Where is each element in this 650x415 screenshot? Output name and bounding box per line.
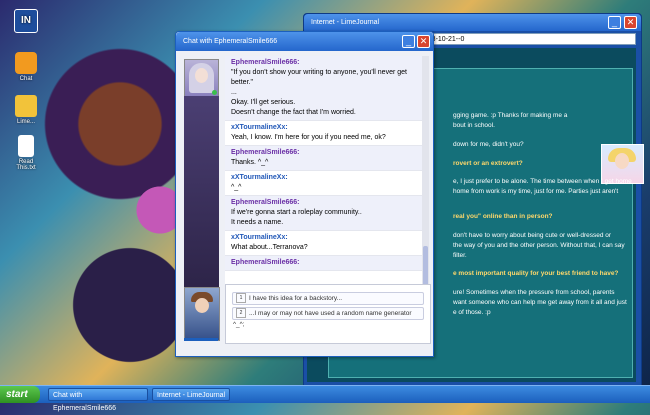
browser-titlebar[interactable]: Internet - LimeJournal _ ✕ [304,14,641,31]
browser-title: Internet - LimeJournal [311,19,380,26]
message-text: ... [231,89,237,96]
option-number: 2 [236,308,246,319]
reply-option[interactable]: 1I have this idea for a backstory... [232,292,424,305]
journal-text: the way of you and the other person. Wit… [453,242,625,249]
message-sender: EphemeralSmile666: [231,149,300,156]
reply-option[interactable]: 2 ...I may or may not have used a random … [232,307,424,328]
chat-message: xXTourmalineXx: Yeah, I know. I'm here fo… [225,121,422,146]
text-file-icon [18,135,34,157]
journal-text: ure! Sometimes when the pressure from sc… [453,289,615,296]
option-text: I have this idea for a backstory... [249,295,343,302]
chat-message: EphemeralSmile666: [225,256,422,271]
desktop-icon-label: Read This.txt [16,159,36,171]
desktop-icon-label: Lime... [16,119,35,125]
journal-text: don't have to worry about being cute or … [453,232,612,239]
message-sender: xXTourmalineXx: [231,124,288,131]
scrollbar-thumb[interactable] [423,246,428,286]
desktop-icon-folder[interactable]: Lime... [13,95,39,125]
message-sender: xXTourmalineXx: [231,234,288,241]
journal-text: bout in school. [453,122,495,129]
message-sender: EphemeralSmile666: [231,259,300,266]
journal-text: filter. [453,252,467,259]
message-text: If we're gonna start a roleplay communit… [231,209,362,216]
desktop-logo[interactable]: IN [13,9,39,35]
chat-message: xXTourmalineXx: ^_^ [225,171,422,196]
self-avatar [184,287,220,341]
chat-message: xXTourmalineXx: What about...Terranova? [225,231,422,256]
taskbar-item-browser[interactable]: Internet - LimeJournal [152,388,230,401]
contact-panel [184,96,219,302]
message-text: It needs a name. [231,219,284,226]
option-number: 1 [236,293,246,304]
chat-window[interactable]: Chat with EphemeralSmile666 _ ✕ Ephemera… [175,31,434,357]
message-text: Thanks. ^_^ [231,159,269,166]
chat-message: EphemeralSmile666: If we're gonna start a… [225,196,422,231]
message-text: Yeah, I know. I'm here for you if you ne… [231,134,386,141]
journal-text: home from work is my time, just for me. … [453,188,619,195]
journal-question: real you" online than in person? [453,213,553,220]
journal-question: rovert or an extrovert? [453,160,523,167]
message-text: Okay. I'll get serious. [231,99,296,106]
taskbar-item-chat[interactable]: Chat with EphemeralSmile666 [48,388,148,412]
option-text: ...I may or may not have used a random n… [233,310,412,328]
chat-message: EphemeralSmile666: "If you don't show you… [225,56,422,121]
desktop-icon-label: Chat [19,76,33,82]
message-text: ^_^ [231,184,242,191]
message-text: Doesn't change the fact that I'm worried… [231,109,356,116]
folder-icon [15,95,37,117]
logo-icon: IN [14,9,38,33]
message-sender: xXTourmalineXx: [231,174,288,181]
journal-text: down for me, didn't you? [453,141,524,148]
message-text: better." [231,79,253,86]
chat-message: EphemeralSmile666: Thanks. ^_^ [225,146,422,171]
journal-text: e of those. :p [453,309,491,316]
minimize-button[interactable]: _ [608,16,621,29]
message-sender: EphemeralSmile666: [231,59,300,66]
online-status-icon [212,90,217,95]
message-text: "If you don't show your writing to anyon… [231,69,407,76]
close-button[interactable]: ✕ [624,16,637,29]
journal-question: e most important quality for your best f… [453,270,619,277]
start-button[interactable]: start [0,386,40,403]
message-text: What about...Terranova? [231,244,308,251]
chat-titlebar[interactable]: Chat with EphemeralSmile666 _ ✕ [176,32,433,51]
message-list[interactable]: EphemeralSmile666: "If you don't show you… [225,56,422,303]
taskbar: start Chat with EphemeralSmile666 Intern… [0,385,650,412]
journal-text: e, I just prefer to be alone. The time b… [453,178,632,185]
message-sender: EphemeralSmile666: [231,199,300,206]
scrollbar[interactable] [422,56,429,303]
contact-avatar [184,59,219,97]
chat-icon [15,52,37,74]
journal-text: gging game. :p Thanks for making me a [453,112,568,119]
close-button[interactable]: ✕ [417,35,430,48]
chat-title: Chat with EphemeralSmile666 [183,38,278,45]
minimize-button[interactable]: _ [402,35,415,48]
journal-text: want someone who can help me get away fr… [453,299,627,306]
desktop-icon-readme[interactable]: Read This.txt [13,135,39,171]
reply-options: 1I have this idea for a backstory... 2..… [225,284,431,344]
desktop-icon-chat[interactable]: Chat [13,52,39,82]
